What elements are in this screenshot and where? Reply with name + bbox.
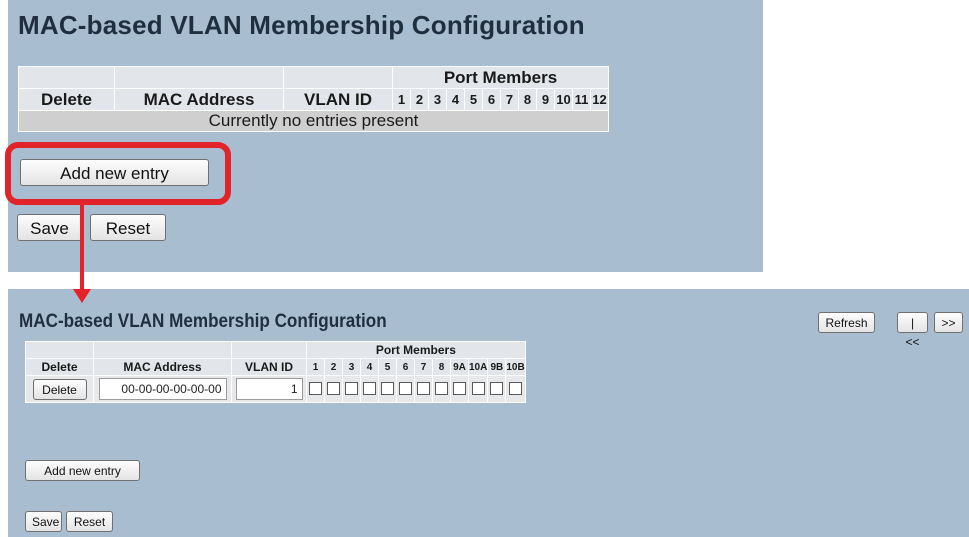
delete-cell: Delete xyxy=(25,375,94,403)
port-members-header: Port Members xyxy=(306,341,526,359)
port-cell-8 xyxy=(432,375,451,403)
port-member-checkbox[interactable] xyxy=(399,382,412,396)
vlan-id-column-header: VLAN ID xyxy=(283,88,393,111)
header-spacer xyxy=(114,66,284,89)
port-header-2: 2 xyxy=(410,88,429,111)
port-header-5: 5 xyxy=(378,358,397,376)
delete-column-header: Delete xyxy=(25,358,94,376)
header-spacer xyxy=(283,66,393,89)
arrow-line xyxy=(80,204,84,292)
port-header-10b: 10B xyxy=(505,358,526,376)
page-title: MAC-based VLAN Membership Configuration xyxy=(19,311,387,332)
save-button[interactable]: Save xyxy=(25,511,62,532)
port-member-checkbox[interactable] xyxy=(509,382,523,396)
mac-vlan-table: Port Members Delete MAC Address VLAN ID … xyxy=(18,66,609,132)
port-member-checkbox[interactable] xyxy=(490,382,504,396)
empty-table-message: Currently no entries present xyxy=(18,110,609,132)
port-header-6: 6 xyxy=(482,88,501,111)
reset-button[interactable]: Reset xyxy=(66,511,113,532)
mac-address-column-header: MAC Address xyxy=(114,88,284,111)
port-header-10: 10 xyxy=(554,88,573,111)
first-page-button[interactable]: |<< xyxy=(897,312,928,349)
next-page-button[interactable]: >> xyxy=(934,312,963,333)
port-header-10a: 10A xyxy=(467,358,489,376)
mac-address-column-header: MAC Address xyxy=(93,358,232,376)
bottom-config-panel: MAC-based VLAN Membership Configuration … xyxy=(8,289,969,537)
port-header-1: 1 xyxy=(392,88,411,111)
save-button[interactable]: Save xyxy=(17,214,82,241)
port-header-3: 3 xyxy=(428,88,447,111)
port-header-9a: 9A xyxy=(450,358,469,376)
arrow-down-icon xyxy=(73,289,91,303)
port-cell-10a xyxy=(467,375,489,403)
port-member-checkbox[interactable] xyxy=(435,382,448,396)
port-header-4: 4 xyxy=(360,358,379,376)
port-header-2: 2 xyxy=(324,358,343,376)
port-header-8: 8 xyxy=(518,88,537,111)
header-spacer xyxy=(25,341,94,359)
vlan-id-input[interactable] xyxy=(235,378,303,400)
port-member-checkbox[interactable] xyxy=(345,382,358,396)
add-new-entry-button[interactable]: Add new entry xyxy=(25,460,140,481)
refresh-button[interactable]: Refresh xyxy=(818,312,875,333)
vlan-id-cell xyxy=(231,375,307,403)
top-config-panel: MAC-based VLAN Membership Configuration … xyxy=(8,0,763,272)
delete-column-header: Delete xyxy=(18,88,115,111)
port-header-12: 12 xyxy=(590,88,609,111)
vlan-id-column-header: VLAN ID xyxy=(231,358,307,376)
highlight-box xyxy=(5,142,231,205)
port-member-checkbox[interactable] xyxy=(453,382,466,396)
port-header-7: 7 xyxy=(500,88,519,111)
reset-button[interactable]: Reset xyxy=(90,214,166,241)
delete-entry-button[interactable]: Delete xyxy=(32,378,87,400)
table-row: Delete xyxy=(25,375,526,403)
port-members-header: Port Members xyxy=(392,66,609,89)
mac-vlan-table: Port Members Delete MAC Address VLAN ID … xyxy=(25,341,526,403)
port-header-3: 3 xyxy=(342,358,361,376)
port-cell-4 xyxy=(360,375,379,403)
port-header-5: 5 xyxy=(464,88,483,111)
port-cell-3 xyxy=(342,375,361,403)
mac-address-cell xyxy=(93,375,232,403)
header-spacer xyxy=(18,66,115,89)
port-member-checkbox[interactable] xyxy=(381,382,394,396)
port-cell-9a xyxy=(450,375,469,403)
port-cell-9b xyxy=(487,375,507,403)
port-cell-2 xyxy=(324,375,343,403)
header-spacer xyxy=(93,341,232,359)
port-member-checkbox[interactable] xyxy=(327,382,340,396)
port-cell-6 xyxy=(396,375,415,403)
port-header-9b: 9B xyxy=(487,358,507,376)
port-cell-1 xyxy=(306,375,325,403)
page-title: MAC-based VLAN Membership Configuration xyxy=(18,10,585,40)
port-header-6: 6 xyxy=(396,358,415,376)
port-member-checkbox[interactable] xyxy=(417,382,430,396)
port-cell-7 xyxy=(414,375,433,403)
port-header-4: 4 xyxy=(446,88,465,111)
header-spacer xyxy=(231,341,307,359)
port-member-checkbox[interactable] xyxy=(363,382,376,396)
port-header-11: 11 xyxy=(572,88,591,111)
port-member-checkbox[interactable] xyxy=(471,382,485,396)
port-header-9: 9 xyxy=(536,88,555,111)
port-cell-10b xyxy=(505,375,526,403)
port-header-7: 7 xyxy=(414,358,433,376)
mac-address-input[interactable] xyxy=(98,378,227,400)
port-header-8: 8 xyxy=(432,358,451,376)
port-header-1: 1 xyxy=(306,358,325,376)
port-cell-5 xyxy=(378,375,397,403)
port-member-checkbox[interactable] xyxy=(309,382,322,396)
